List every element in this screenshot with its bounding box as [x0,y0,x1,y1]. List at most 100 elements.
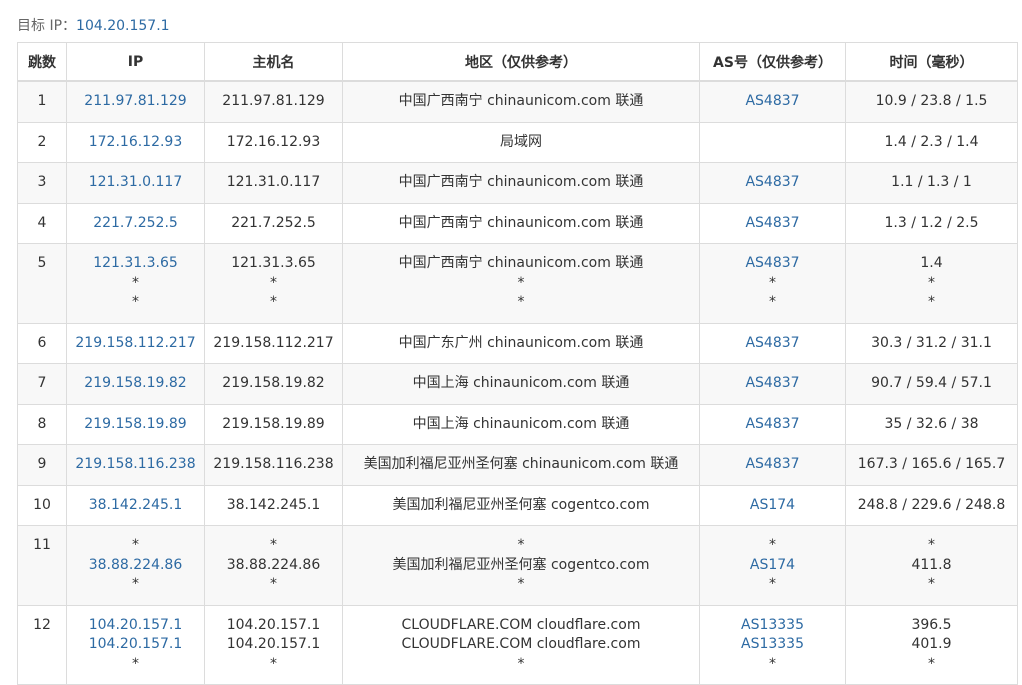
region-cell: 中国上海 chinaunicom.com 联通 [342,363,700,405]
as-link[interactable]: AS174 [700,556,845,576]
as-cell: AS4837 [699,80,846,123]
hop-cell: 9 [17,444,67,486]
as-value: * [769,294,776,310]
ip-link[interactable]: 211.97.81.129 [67,92,204,112]
as-cell: AS4837 [699,363,846,405]
hostname-value: 219.158.112.217 [213,334,334,351]
time-value: 248.8 / 229.6 / 248.8 [857,496,1006,513]
ip-value: * [132,576,139,592]
region-value: 中国广西南宁 chinaunicom.com 联通 [398,255,644,271]
as-value: * [769,655,776,672]
ip-cell: 211.97.81.129 [66,80,205,123]
as-link[interactable]: AS4837 [700,374,845,394]
region-value: 美国加利福尼亚州圣何塞 cogentco.com [392,496,650,513]
time-value: * [928,294,935,310]
hostname-cell: 219.158.19.82 [204,363,343,405]
ip-link[interactable]: 38.88.224.86 [67,556,204,576]
ip-value: * [132,655,139,672]
ip-link[interactable]: 104.20.157.1 [67,616,204,636]
hostname-value: 104.20.157.1 [226,616,321,633]
region-value: 美国加利福尼亚州圣何塞 chinaunicom.com 联通 [363,456,679,472]
time-value: 90.7 / 59.4 / 57.1 [871,375,992,391]
hop-cell: 4 [17,202,67,244]
header-hostname: 主机名 [204,42,343,82]
hop-cell: 8 [17,403,67,445]
as-link[interactable]: AS4837 [700,455,845,475]
ip-link[interactable]: 172.16.12.93 [67,133,204,153]
region-cell: 中国广西南宁 chinaunicom.com 联通 [342,162,700,204]
ip-cell: 121.31.3.65 * * [66,243,205,324]
header-as: AS号（仅供参考） [699,42,846,82]
ip-link[interactable]: 219.158.19.89 [67,415,204,435]
time-cell: 1.1 / 1.3 / 1 [845,162,1018,204]
target-ip-link[interactable]: 104.20.157.1 [76,18,170,34]
time-cell: 35 / 32.6 / 38 [845,403,1018,445]
region-value: * [517,537,525,553]
as-link[interactable]: AS4837 [700,334,845,354]
region-cell: 中国广西南宁 chinaunicom.com 联通 [342,80,700,123]
hop-cell: 3 [17,162,67,204]
ip-link[interactable]: 219.158.19.82 [67,374,204,394]
as-value: * [769,576,776,592]
region-value: * [517,294,525,310]
hostname-cell: 219.158.19.89 [204,403,343,445]
time-cell: 167.3 / 165.6 / 165.7 [845,444,1018,486]
ip-link[interactable]: 38.142.245.1 [67,496,204,516]
time-value: 1.1 / 1.3 / 1 [891,174,972,190]
time-value: * [928,655,935,672]
hop-cell: 12 [17,604,67,685]
region-cell: 中国广西南宁 chinaunicom.com 联通 [342,202,700,244]
hostname-cell: 121.31.3.65 * * [204,243,343,324]
ip-link[interactable]: 104.20.157.1 [67,635,204,655]
as-link[interactable]: AS13335 [700,635,845,655]
as-value [700,133,845,153]
hop-cell: 10 [17,484,67,526]
region-value: * [517,655,525,672]
as-link[interactable]: AS4837 [700,415,845,435]
time-value: 1.4 [920,255,943,271]
region-value: 中国上海 chinaunicom.com 联通 [412,415,630,432]
as-link[interactable]: AS13335 [700,616,845,636]
region-cell: 中国广东广州 chinaunicom.com 联通 [342,322,700,364]
time-cell: 1.3 / 1.2 / 2.5 [845,202,1018,244]
ip-link[interactable]: 221.7.252.5 [67,214,204,234]
as-cell: AS4837 [699,403,846,445]
as-link[interactable]: AS4837 [700,214,845,234]
hostname-value: 211.97.81.129 [222,93,325,109]
time-value: 10.9 / 23.8 / 1.5 [875,93,988,109]
header-region: 地区（仅供参考） [342,42,700,82]
time-value: 1.3 / 1.2 / 2.5 [884,214,979,231]
table-header-row: 跳数 IP 主机名 地区（仅供参考） AS号（仅供参考） 时间（毫秒） [17,42,1018,82]
hostname-cell: 219.158.112.217 [204,322,343,364]
as-link[interactable]: AS4837 [700,92,845,112]
hostname-value: 219.158.19.89 [222,415,325,432]
hostname-value: 38.88.224.86 [226,556,321,573]
ip-link[interactable]: 121.31.0.117 [67,173,204,193]
hop-cell: 2 [17,121,67,163]
as-link[interactable]: AS4837 [700,173,845,193]
as-cell [699,121,846,163]
ip-link[interactable]: 219.158.112.217 [67,334,204,354]
time-value: * [928,274,935,291]
table-row: 11 * 38.88.224.86 * * 38.88.224.86 * * 美国加利福尼亚州圣… [17,525,1018,606]
as-link[interactable]: AS174 [700,496,845,516]
as-link[interactable]: AS4837 [700,254,845,274]
region-cell: CLOUDFLARE.COM cloudflare.com CLOUDFLARE.… [342,604,700,685]
ip-cell: 219.158.112.217 [66,322,205,364]
time-value: * [928,537,935,553]
ip-link[interactable]: 121.31.3.65 [67,254,204,274]
target-ip-line: 目标 IP：104.20.157.1 [17,15,170,35]
time-cell: * 411.8 * [845,525,1018,606]
hostname-value: 121.31.3.65 [231,255,316,271]
time-value: 30.3 / 31.2 / 31.1 [871,334,992,351]
ip-link[interactable]: 219.158.116.238 [67,455,204,475]
hostname-cell: 172.16.12.93 [204,121,343,163]
time-value: 401.9 [911,636,952,652]
region-cell: * 美国加利福尼亚州圣何塞 cogentco.com * [342,525,700,606]
time-value: * [928,576,935,592]
ip-cell: * 38.88.224.86 * [66,525,205,606]
time-value: 167.3 / 165.6 / 165.7 [857,456,1006,472]
target-ip-label: 目标 IP： [17,18,77,34]
as-value: * [769,274,776,291]
hop-cell: 11 [17,525,67,606]
